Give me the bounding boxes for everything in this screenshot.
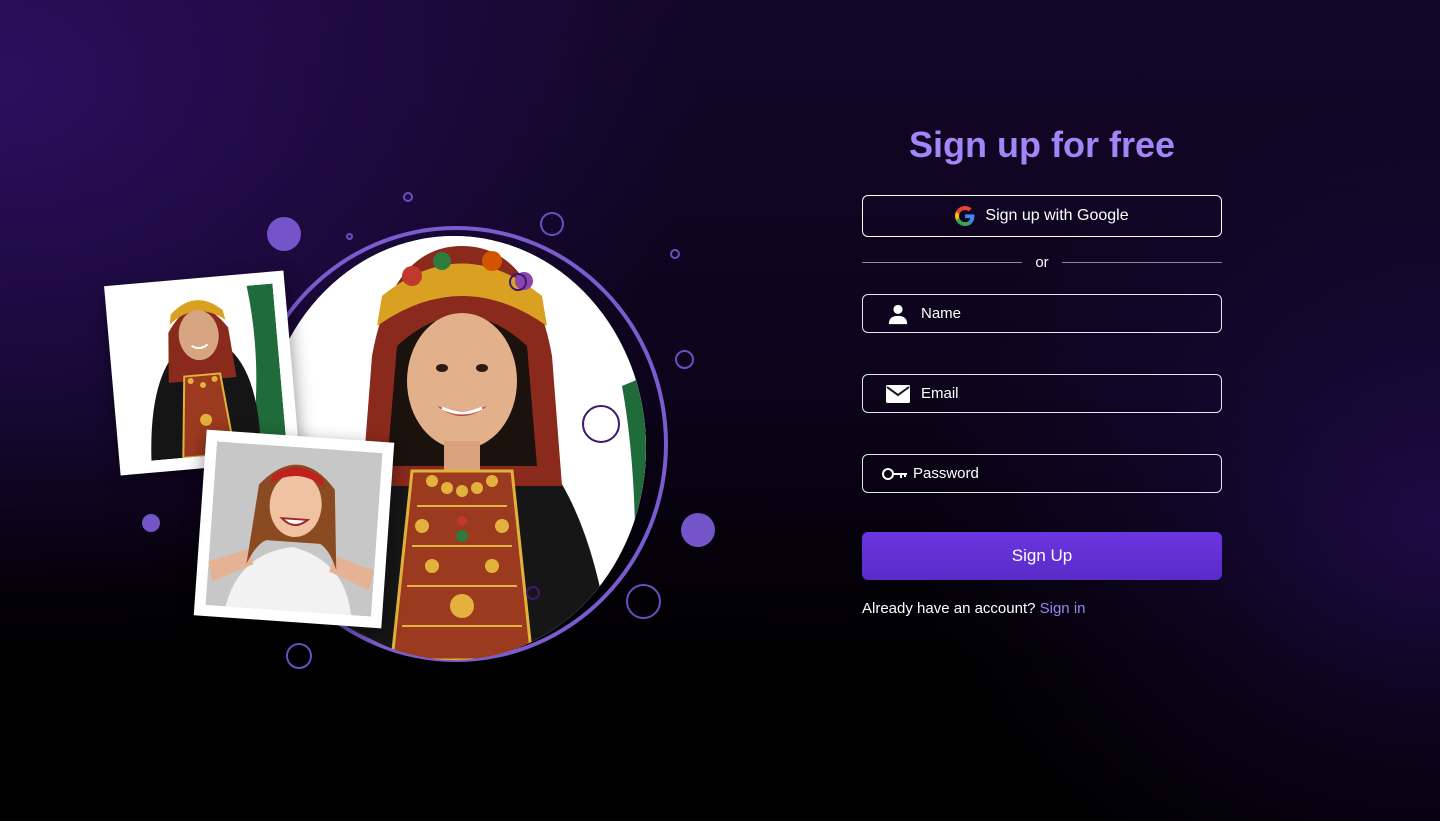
name-field[interactable] xyxy=(862,294,1222,333)
or-divider: or xyxy=(862,252,1222,272)
signin-link[interactable]: Sign in xyxy=(1040,600,1086,617)
email-input[interactable] xyxy=(921,385,1201,402)
decor-bubble xyxy=(286,643,312,669)
decor-bubble xyxy=(582,405,620,443)
google-icon xyxy=(955,206,975,226)
signup-button[interactable]: Sign Up xyxy=(862,532,1222,580)
decor-bubble xyxy=(509,273,527,291)
signup-panel: Sign up for free Sign up with Google or xyxy=(862,120,1222,617)
decor-bubble xyxy=(346,233,353,240)
decor-bubble xyxy=(670,249,680,259)
page-title: Sign up for free xyxy=(908,124,1175,165)
google-button-label: Sign up with Google xyxy=(985,207,1129,224)
user-icon xyxy=(885,303,911,325)
decor-bubble xyxy=(675,350,694,369)
divider-text: or xyxy=(1035,253,1049,271)
divider-line-left xyxy=(862,261,1023,263)
hero-illustration xyxy=(0,0,760,821)
decor-bubble xyxy=(142,514,160,532)
signin-prompt: Already have an account? Sign in xyxy=(862,600,1086,617)
key-icon xyxy=(881,463,909,485)
divider-line-right xyxy=(1061,261,1222,263)
signin-prompt-text: Already have an account? xyxy=(862,600,1036,617)
decor-bubble xyxy=(526,586,540,600)
decor-bubble xyxy=(540,212,564,236)
password-field[interactable] xyxy=(862,454,1222,493)
password-input[interactable] xyxy=(913,465,1193,482)
decor-bubble xyxy=(681,513,715,547)
polaroid-photo-selfie xyxy=(193,429,395,629)
name-input[interactable] xyxy=(921,305,1201,322)
decor-bubble xyxy=(626,584,661,619)
mail-icon xyxy=(885,383,911,405)
selfie-photo xyxy=(205,441,383,617)
email-field[interactable] xyxy=(862,374,1222,413)
google-signup-button[interactable]: Sign up with Google xyxy=(862,195,1222,237)
decor-bubble xyxy=(403,192,413,202)
decor-bubble xyxy=(267,217,301,251)
